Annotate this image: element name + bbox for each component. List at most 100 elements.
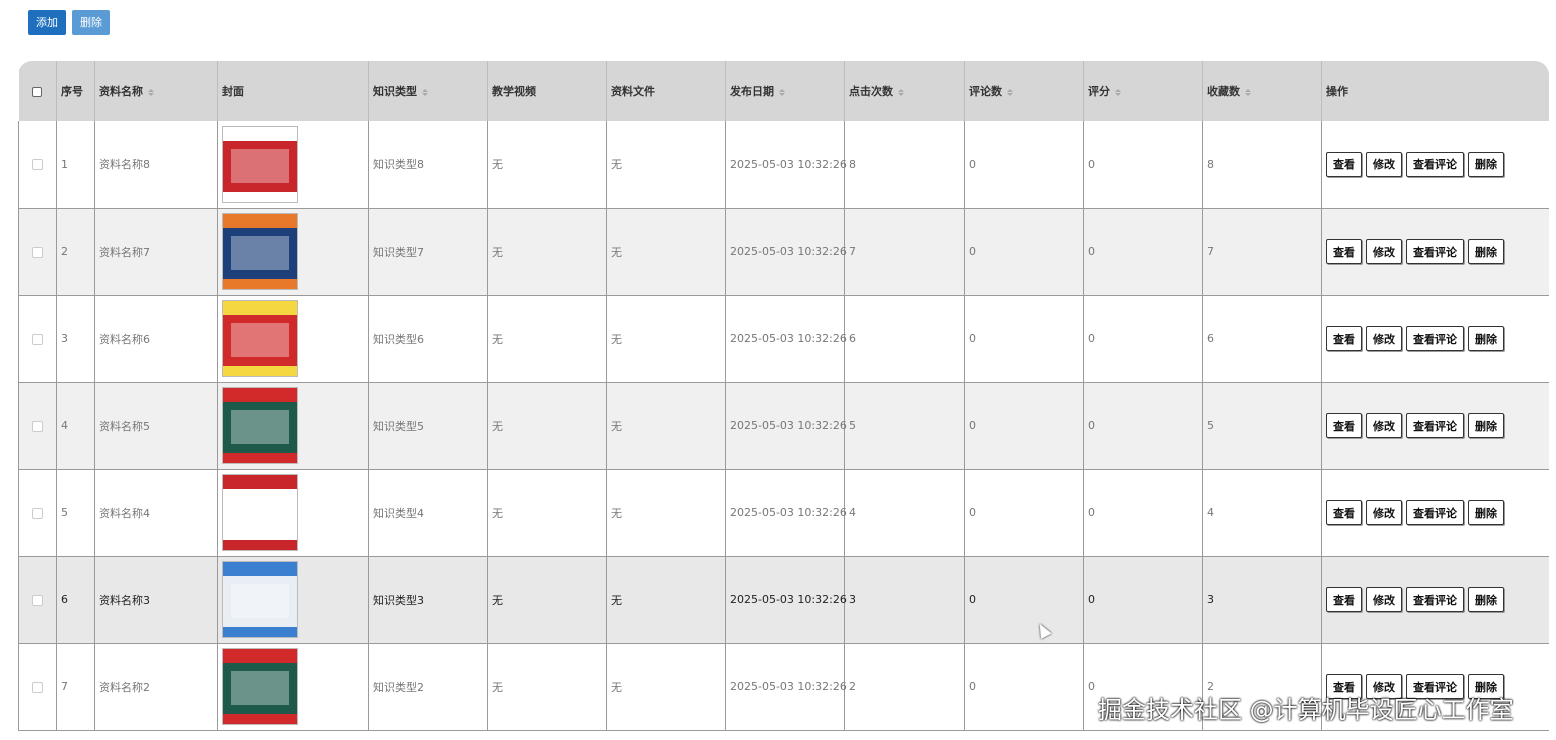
row-checkbox[interactable] [32, 681, 43, 693]
sort-icon[interactable] [1245, 88, 1251, 96]
view-comments-button[interactable]: 查看评论 [1406, 413, 1464, 438]
header-actions: 操作 [1321, 61, 1549, 121]
sort-icon[interactable] [1115, 88, 1121, 96]
cover-band-bottom [223, 279, 297, 289]
table-row[interactable]: 1 资料名称8 知识类型8 无无 2025-05-03 10:32:26 8 0 0 8 查看 修改… [18, 121, 1549, 209]
edit-button[interactable]: 修改 [1366, 587, 1402, 612]
delete-row-button[interactable]: 删除 [1468, 500, 1504, 525]
row-comments: 0 [964, 382, 1084, 470]
view-button[interactable]: 查看 [1326, 413, 1362, 438]
row-action-group: 查看 修改 查看评论 删除 [1326, 587, 1545, 612]
row-favorites: 8 [1202, 121, 1322, 209]
row-action-group: 查看 修改 查看评论 删除 [1326, 151, 1545, 177]
edit-button[interactable]: 修改 [1366, 326, 1402, 351]
delete-row-button[interactable]: 删除 [1468, 151, 1504, 177]
row-checkbox[interactable] [32, 159, 43, 171]
cover-band-bottom [223, 453, 297, 463]
sort-icon[interactable] [422, 88, 428, 96]
table-row[interactable]: 6 资料名称3 知识类型3 无无 2025-05-03 10:32:26 3 0 0 3 查看 修改… [18, 556, 1549, 644]
row-checkbox[interactable] [32, 507, 43, 519]
row-select-cell[interactable] [18, 556, 57, 644]
row-file: 无 [606, 121, 726, 209]
cover-image[interactable] [222, 648, 298, 725]
header-date[interactable]: 发布日期 [725, 61, 845, 121]
row-cover-cell [217, 382, 369, 470]
cover-image[interactable] [222, 561, 298, 638]
row-name: 资料名称3 [94, 556, 218, 644]
cover-band-top [223, 301, 297, 315]
row-cover-cell [217, 295, 369, 383]
row-actions: 查看 修改 查看评论 删除 [1321, 469, 1549, 557]
header-favorites[interactable]: 收藏数 [1202, 61, 1322, 121]
view-comments-button[interactable]: 查看评论 [1406, 151, 1464, 177]
row-favorites: 6 [1202, 295, 1322, 383]
sort-icon[interactable] [779, 88, 785, 96]
delete-row-button[interactable]: 删除 [1468, 326, 1504, 351]
cover-band-top [223, 475, 297, 489]
delete-row-button[interactable]: 删除 [1468, 413, 1504, 438]
edit-button[interactable]: 修改 [1366, 151, 1402, 177]
row-name: 资料名称7 [94, 208, 218, 296]
row-checkbox[interactable] [32, 246, 43, 258]
sort-icon[interactable] [898, 88, 904, 96]
row-date: 2025-05-03 10:32:26 [725, 643, 847, 731]
cover-band-bottom [223, 714, 297, 724]
cover-image[interactable] [222, 387, 298, 464]
view-button[interactable]: 查看 [1326, 239, 1362, 264]
row-index: 5 [56, 469, 95, 557]
header-type[interactable]: 知识类型 [368, 61, 488, 121]
sort-icon[interactable] [148, 88, 154, 96]
row-select-cell[interactable] [18, 469, 57, 557]
row-select-cell[interactable] [18, 208, 57, 296]
table-row[interactable]: 4 资料名称5 知识类型5 无无 2025-05-03 10:32:26 5 0 0 5 查看 修改… [18, 382, 1549, 470]
edit-button[interactable]: 修改 [1366, 500, 1402, 525]
header-clicks[interactable]: 点击次数 [844, 61, 965, 121]
table-row[interactable]: 2 资料名称7 知识类型7 无无 2025-05-03 10:32:26 7 0 0 7 查看 修改… [18, 208, 1549, 296]
header-score[interactable]: 评分 [1083, 61, 1203, 121]
delete-row-button[interactable]: 删除 [1468, 239, 1504, 264]
row-checkbox[interactable] [32, 420, 43, 432]
header-select-all[interactable] [18, 61, 57, 121]
delete-button[interactable]: 删除 [72, 10, 110, 35]
view-comments-button[interactable]: 查看评论 [1406, 587, 1464, 612]
row-score: 0 [1083, 469, 1203, 557]
view-button[interactable]: 查看 [1326, 500, 1362, 525]
row-checkbox[interactable] [32, 333, 43, 345]
table-row[interactable]: 5 资料名称4 知识类型4 无无 2025-05-03 10:32:26 4 0 0 4 查看 修改… [18, 469, 1549, 557]
edit-button[interactable]: 修改 [1366, 239, 1402, 264]
view-button[interactable]: 查看 [1326, 326, 1362, 351]
cover-graphic [231, 236, 289, 270]
row-name: 资料名称2 [94, 643, 218, 731]
row-video: 无 [487, 208, 607, 296]
row-select-cell[interactable] [18, 295, 57, 383]
header-cover: 封面 [217, 61, 369, 121]
cover-image[interactable] [222, 300, 298, 377]
row-file: 无 [606, 295, 726, 383]
view-comments-button[interactable]: 查看评论 [1406, 500, 1464, 525]
add-button[interactable]: 添加 [28, 10, 66, 35]
header-name[interactable]: 资料名称 [94, 61, 218, 121]
view-comments-button[interactable]: 查看评论 [1406, 239, 1464, 264]
row-cover-cell [217, 121, 369, 209]
edit-button[interactable]: 修改 [1366, 413, 1402, 438]
cover-graphic [231, 323, 289, 357]
row-type: 知识类型8 [368, 121, 488, 209]
table-row[interactable]: 3 资料名称6 知识类型6 无无 2025-05-03 10:32:26 6 0 0 6 查看 修改… [18, 295, 1549, 383]
view-button[interactable]: 查看 [1326, 587, 1362, 612]
header-comments[interactable]: 评论数 [964, 61, 1084, 121]
row-select-cell[interactable] [18, 382, 57, 470]
row-checkbox[interactable] [32, 594, 43, 606]
delete-row-button[interactable]: 删除 [1468, 587, 1504, 612]
cover-graphic [231, 410, 289, 444]
row-type: 知识类型4 [368, 469, 488, 557]
view-comments-button[interactable]: 查看评论 [1406, 326, 1464, 351]
select-all-checkbox[interactable] [32, 86, 43, 97]
cover-image[interactable] [222, 125, 298, 203]
row-select-cell[interactable] [18, 121, 57, 209]
sort-icon[interactable] [1007, 88, 1013, 96]
cover-band-top [223, 126, 297, 141]
cover-image[interactable] [222, 213, 298, 290]
view-button[interactable]: 查看 [1326, 151, 1362, 177]
cover-image[interactable] [222, 474, 298, 551]
row-select-cell[interactable] [18, 643, 57, 731]
